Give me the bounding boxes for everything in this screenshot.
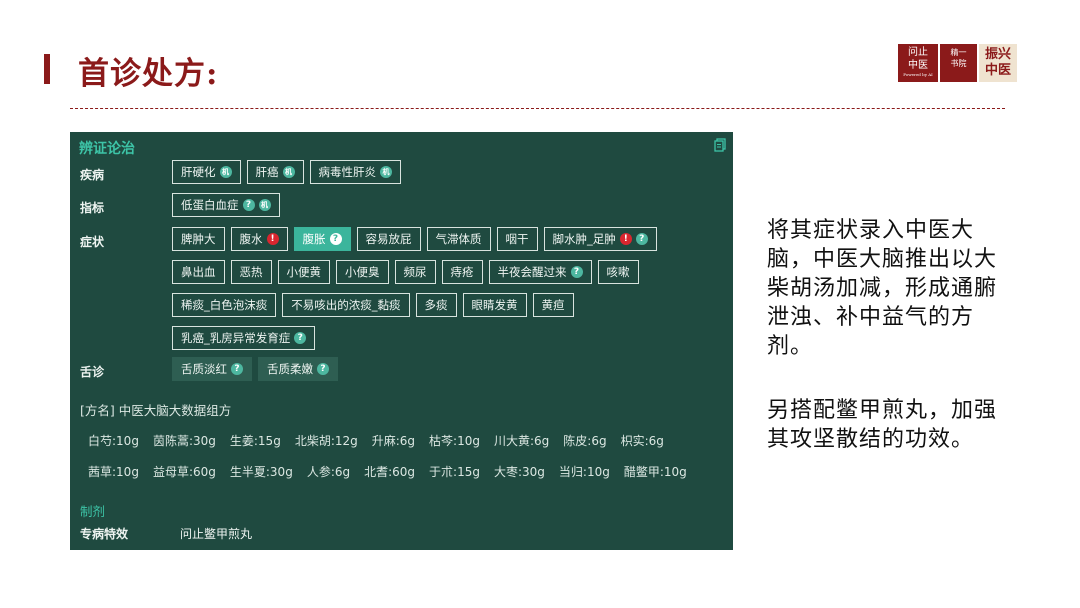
herb-item: 陈皮:6g bbox=[563, 434, 607, 448]
help-icon[interactable]: ? bbox=[242, 199, 255, 211]
herb-item: 生姜:15g bbox=[229, 434, 281, 448]
tag-symptom[interactable]: 黄疸 bbox=[532, 293, 574, 317]
formula-name: [方名] 中医大脑大数据组方 bbox=[80, 403, 232, 418]
tag-symptom[interactable]: 不易咳出的浓痰_黏痰 bbox=[282, 293, 410, 317]
tag-symptom[interactable]: 鼻出血 bbox=[172, 260, 225, 284]
description-paragraph-2: 另搭配鳖甲煎丸，加强其攻坚散结的功效。 bbox=[767, 398, 998, 452]
tag-symptom[interactable]: 气滞体质 bbox=[426, 227, 491, 251]
help-icon[interactable]: ? bbox=[294, 332, 307, 344]
tag-tongue[interactable]: 舌质柔嫩? bbox=[258, 357, 338, 381]
herb-item: 白芍:10g bbox=[88, 434, 139, 448]
jingyi-academy-logo: 精一 书院 bbox=[940, 44, 977, 82]
herb-row-2: 茜草:10g 益母草:60g 生半夏:30g 人参:6g 北耆:60g 于朮:1… bbox=[88, 463, 687, 480]
tag-symptom-selected[interactable]: 腹胀? bbox=[293, 227, 351, 251]
alert-icon[interactable]: ! bbox=[619, 233, 632, 245]
symptom-label: 症状 bbox=[80, 235, 105, 249]
tag-symptom[interactable]: 咽干 bbox=[496, 227, 538, 251]
tag-symptom[interactable]: 痔疮 bbox=[441, 260, 483, 284]
knowledge-icon[interactable]: 机 bbox=[219, 166, 232, 178]
tag-indicator[interactable]: 低蛋白血症? 机 bbox=[172, 193, 280, 217]
herb-item: 生半夏:30g bbox=[229, 465, 293, 479]
knowledge-icon[interactable]: 机 bbox=[258, 199, 271, 211]
herb-item: 川大黄:6g bbox=[493, 434, 550, 448]
tag-symptom[interactable]: 恶热 bbox=[230, 260, 272, 284]
description-paragraph-1: 将其症状录入中医大脑，中医大脑推出以大柴胡汤加减，形成通腑泄浊、补中益气的方剂。 bbox=[767, 218, 998, 359]
tag-symptom[interactable]: 稀痰_白色泡沫痰 bbox=[172, 293, 277, 317]
herb-item: 枯芩:10g bbox=[429, 434, 480, 448]
herb-item: 枳实:6g bbox=[620, 434, 664, 448]
logo-group: 问止 中医 Powered by AI 精一 书院 振兴 中医 bbox=[898, 44, 1017, 82]
herb-item: 醋鳖甲:10g bbox=[623, 465, 687, 479]
herb-item: 于朮:15g bbox=[429, 465, 480, 479]
tag-symptom[interactable]: 多痰 bbox=[415, 293, 457, 317]
tag-disease[interactable]: 病毒性肝炎机 bbox=[309, 160, 401, 184]
disease-label: 疾病 bbox=[80, 168, 105, 182]
tag-symptom[interactable]: 半夜会醒过来? bbox=[488, 260, 592, 284]
herb-item: 益母草:60g bbox=[152, 465, 216, 479]
help-icon[interactable]: ? bbox=[231, 363, 243, 375]
indicator-tags: 低蛋白血症? 机 bbox=[172, 193, 280, 217]
herb-item: 大枣:30g bbox=[493, 465, 545, 479]
help-icon[interactable]: ? bbox=[329, 233, 342, 245]
tag-symptom[interactable]: 频尿 bbox=[394, 260, 436, 284]
herb-item: 茜草:10g bbox=[88, 465, 139, 479]
tongue-tags: 舌质淡红? 舌质柔嫩? bbox=[172, 357, 338, 381]
tag-symptom[interactable]: 脾肿大 bbox=[172, 227, 225, 251]
diagnosis-panel: 辨证论治 疾病 肝硬化机 肝癌机 病毒性肝炎机 指标 低蛋白血症? 机 症状 脾肿… bbox=[70, 132, 733, 550]
knowledge-icon[interactable]: 机 bbox=[380, 166, 392, 178]
tongue-label: 舌诊 bbox=[80, 365, 105, 379]
tag-symptom[interactable]: 小便臭 bbox=[336, 260, 389, 284]
help-icon[interactable]: ? bbox=[570, 266, 583, 278]
herb-item: 茵陈蒿:30g bbox=[152, 434, 216, 448]
herb-row-1: 白芍:10g 茵陈蒿:30g 生姜:15g 北柴胡:12g 升麻:6g 枯芩:1… bbox=[88, 432, 664, 449]
indicator-label: 指标 bbox=[80, 201, 105, 215]
disease-tags: 肝硬化机 肝癌机 病毒性肝炎机 bbox=[172, 160, 401, 184]
tag-symptom[interactable]: 腹水! bbox=[230, 227, 288, 251]
title-accent-bar bbox=[44, 54, 50, 84]
tag-tongue[interactable]: 舌质淡红? bbox=[172, 357, 252, 381]
preparation-value: 问止鳖甲煎丸 bbox=[180, 527, 253, 541]
alert-icon[interactable]: ! bbox=[266, 233, 279, 245]
preparation-label: 专病特效 bbox=[80, 527, 129, 541]
herb-item: 人参:6g bbox=[306, 465, 351, 479]
tag-symptom[interactable]: 乳癌_乳房异常发育症? bbox=[172, 326, 316, 350]
zhenxing-logo: 振兴 中医 bbox=[979, 44, 1017, 82]
herb-item: 北耆:60g bbox=[364, 465, 416, 479]
tag-symptom[interactable]: 容易放屁 bbox=[356, 227, 421, 251]
knowledge-icon[interactable]: 机 bbox=[282, 166, 295, 178]
herb-item: 当归:10g bbox=[558, 465, 610, 479]
herb-item: 升麻:6g bbox=[371, 434, 416, 448]
preparation-header: 制剂 bbox=[80, 504, 106, 519]
page-title: 首诊处方: bbox=[78, 56, 219, 92]
herb-item: 北柴胡:12g bbox=[294, 434, 358, 448]
wenzhi-logo: 问止 中医 Powered by AI bbox=[898, 44, 938, 82]
tag-symptom[interactable]: 眼睛发黄 bbox=[462, 293, 527, 317]
symptom-tags: 脾肿大 腹水! 腹胀? 容易放屁 气滞体质 咽干 脚水肿_足肿!? 鼻出血 恶热… bbox=[172, 227, 692, 350]
header-divider bbox=[70, 108, 1005, 109]
tag-disease[interactable]: 肝硬化机 bbox=[172, 160, 241, 184]
help-icon[interactable]: ? bbox=[317, 363, 329, 375]
copy-icon[interactable] bbox=[714, 138, 726, 152]
tag-symptom[interactable]: 脚水肿_足肿!? bbox=[543, 227, 657, 251]
tag-symptom[interactable]: 咳嗽 bbox=[597, 260, 639, 284]
tag-disease[interactable]: 肝癌机 bbox=[246, 160, 304, 184]
panel-header: 辨证论治 bbox=[79, 141, 135, 157]
help-icon[interactable]: ? bbox=[635, 233, 648, 245]
tag-symptom[interactable]: 小便黄 bbox=[277, 260, 330, 284]
